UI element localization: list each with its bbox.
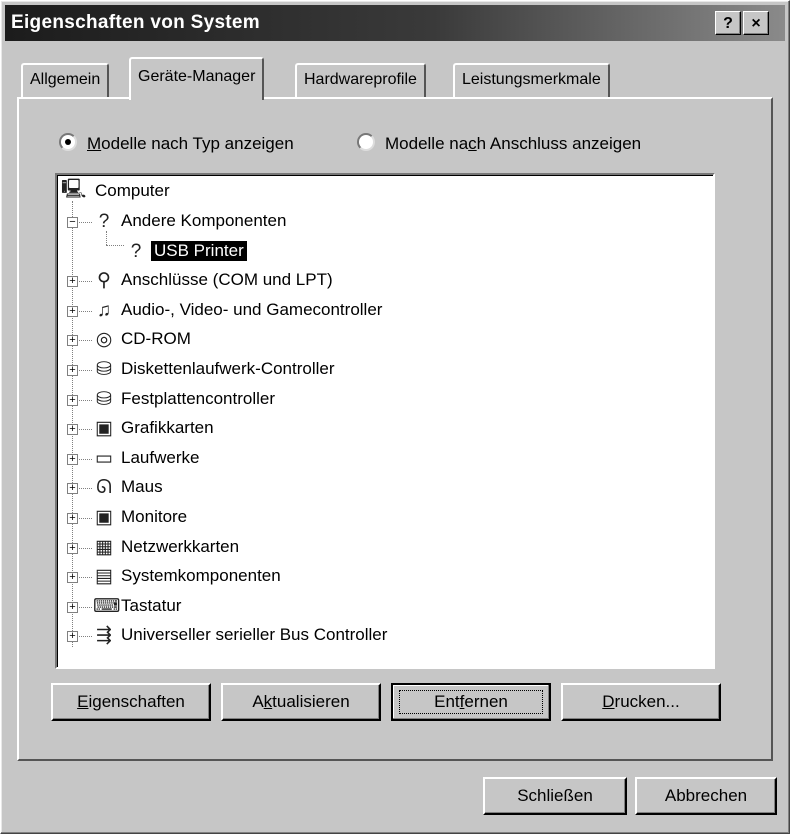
system-device-icon: ▤: [95, 566, 113, 588]
expand-icon[interactable]: +: [67, 631, 78, 643]
expand-icon[interactable]: +: [67, 572, 78, 584]
multimedia-icon: ♫: [96, 299, 112, 321]
tree-item-label: CD-ROM: [121, 329, 191, 349]
monitor-icon: ▣: [95, 507, 113, 528]
tab-allgemein[interactable]: Allgemein: [21, 63, 110, 97]
aktualisieren-button[interactable]: Aktualisieren: [221, 683, 381, 721]
tab-geraete-manager[interactable]: Geräte-Manager: [129, 57, 265, 100]
unknown-device-icon: ?: [98, 211, 110, 232]
port-icon: ⚲: [97, 270, 111, 292]
mouse-icon: ᘏ: [96, 477, 112, 499]
abbrechen-button[interactable]: Abbrechen: [635, 777, 777, 815]
display-adapter-icon: ▣: [95, 418, 113, 440]
expand-icon[interactable]: +: [67, 601, 78, 613]
expand-icon[interactable]: +: [67, 305, 78, 317]
expand-icon[interactable]: +: [67, 335, 78, 347]
tree-item-label: Monitore: [121, 507, 188, 526]
tree-item-label: Netzwerkkarten: [121, 536, 240, 556]
tree-item-label: Laufwerke: [121, 447, 200, 467]
expand-icon[interactable]: +: [67, 276, 78, 288]
unknown-device-icon: ?: [130, 240, 142, 262]
expand-icon[interactable]: +: [67, 453, 78, 465]
tree-item-label: USB Printer: [151, 240, 247, 261]
drive-icon: ▭: [95, 447, 113, 469]
expand-icon[interactable]: +: [67, 394, 78, 406]
device-tree[interactable]: 🖳 Computer −? Andere Komponenten? USB Prin…: [55, 173, 715, 669]
drucken-button[interactable]: Drucken...: [561, 683, 721, 721]
tab-leistungsmerkmale[interactable]: Leistungsmerkmale: [453, 63, 610, 97]
title-bar[interactable]: Eigenschaften von System ? ×: [5, 5, 785, 41]
tree-line: [106, 231, 107, 245]
expand-icon[interactable]: +: [67, 542, 78, 554]
expand-icon[interactable]: +: [67, 424, 78, 436]
tree-item-label: Diskettenlaufwerk-Controller: [121, 359, 335, 378]
tree-line: [106, 245, 124, 246]
cdrom-icon: ◎: [95, 329, 113, 351]
radio-by-connection-indicator[interactable]: [357, 133, 375, 151]
usb-icon: ⇶: [96, 625, 112, 647]
tab-hardwareprofile[interactable]: Hardwareprofile: [295, 63, 426, 97]
schliessen-button[interactable]: Schließen: [483, 777, 627, 815]
eigenschaften-button[interactable]: Eigenschaften: [51, 683, 211, 721]
tree-item-label: Andere Komponenten: [121, 211, 287, 230]
expand-icon[interactable]: +: [67, 483, 78, 495]
entfernen-button[interactable]: Entfernen: [391, 683, 551, 721]
tree-item-label: Tastatur: [121, 595, 182, 615]
keyboard-icon: ⌨: [93, 595, 121, 617]
expand-icon[interactable]: +: [67, 513, 78, 524]
help-button[interactable]: ?: [715, 11, 741, 35]
tree-item-label: Grafikkarten: [121, 418, 214, 438]
close-button[interactable]: ×: [743, 11, 769, 35]
system-properties-window: Eigenschaften von System ? × Allgemein G…: [0, 0, 790, 834]
computer-icon: 🖳: [61, 179, 87, 200]
radio-by-type-indicator[interactable]: [59, 133, 77, 151]
tree-item-label: Audio-, Video- und Gamecontroller: [121, 299, 383, 319]
radio-by-connection[interactable]: Modelle nach Anschluss anzeigen: [357, 133, 641, 154]
tree-item-label: Maus: [121, 477, 163, 497]
expand-icon[interactable]: +: [67, 365, 78, 376]
tree-item-label: Festplattencontroller: [121, 388, 276, 408]
network-card-icon: ▦: [95, 536, 113, 558]
window-title: Eigenschaften von System: [11, 12, 260, 33]
collapse-icon[interactable]: −: [67, 217, 78, 228]
tree-item-label: Universeller serieller Bus Controller: [121, 625, 388, 645]
radio-by-type[interactable]: Modelle nach Typ anzeigen: [59, 133, 294, 154]
focus-rect: [399, 690, 543, 714]
disk-controller-icon: ⛁: [96, 388, 112, 410]
floppy-controller-icon: ⛁: [96, 359, 112, 380]
tree-item-label: Anschlüsse (COM und LPT): [121, 270, 333, 290]
tree-item-label: Systemkomponenten: [121, 566, 281, 586]
